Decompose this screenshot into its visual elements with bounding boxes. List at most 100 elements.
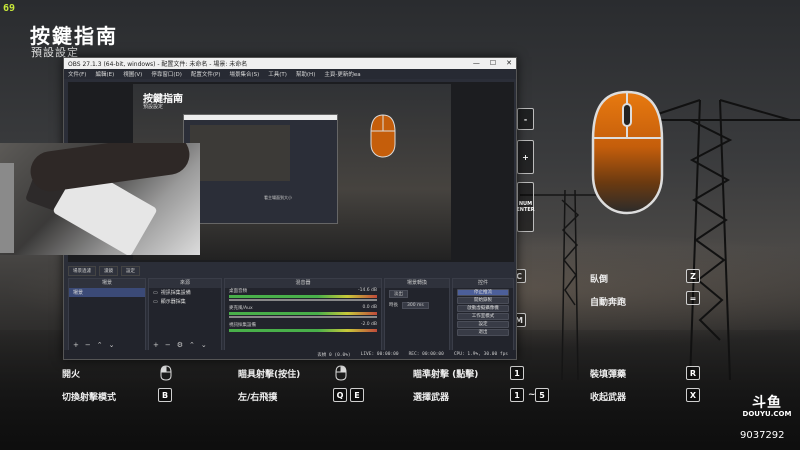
- start-recording-button[interactable]: 開始錄製: [457, 297, 509, 304]
- volume-slider[interactable]: [229, 299, 377, 301]
- transition-type-row: 淡出: [385, 288, 449, 300]
- nested-preview: [190, 125, 290, 181]
- douyu-logo: 斗鱼: [752, 395, 782, 411]
- volume-meter: [229, 329, 377, 332]
- studio-mode-button[interactable]: 工作室模式: [457, 313, 509, 320]
- menu-scene-collection[interactable]: 場景集合(S): [229, 70, 259, 78]
- down-icon[interactable]: ⌄: [109, 341, 115, 349]
- source-item[interactable]: ▭ 顯示器採集: [149, 297, 221, 306]
- status-rec: REC: 00:00:00: [408, 352, 444, 357]
- webcam-shelf: [0, 163, 14, 253]
- key-weapon-first: 1: [510, 388, 524, 402]
- exit-button[interactable]: 退出: [457, 329, 509, 336]
- add-icon[interactable]: +: [73, 341, 79, 349]
- key-dive-right: E: [350, 388, 364, 402]
- status-dropped: 丟幀 0 (0.0%): [317, 352, 351, 358]
- tab-scene-filter[interactable]: 場景過濾: [68, 266, 96, 276]
- keybind-label-aim-hold: 瞄具射擊(按住): [238, 370, 301, 380]
- key-prone: Z: [686, 269, 700, 283]
- channel-db: -14.6 dB: [357, 288, 377, 293]
- remove-icon[interactable]: −: [165, 341, 171, 349]
- key-reload: R: [686, 366, 700, 380]
- tab-filters[interactable]: 濾鏡: [99, 266, 118, 276]
- sources-toolbar: + − ⚙ ⌃ ⌄: [153, 341, 207, 349]
- obs-menubar: 文件(F) 編輯(E) 視圖(V) 停靠窗口(D) 配置文件(P) 場景集合(S…: [64, 69, 516, 79]
- key-holster: X: [686, 388, 700, 402]
- duration-label: 時長: [389, 303, 398, 308]
- keybind-label-auto-run: 自動奔跑: [590, 298, 627, 308]
- keybind-label-dive: 左/右飛撲: [238, 393, 278, 403]
- controls-dock: 控件 停止推流 開始錄製 啟動虛擬攝像機 工作室模式 設定 退出: [452, 278, 514, 352]
- stop-streaming-button[interactable]: 停止推流: [457, 289, 509, 296]
- gear-icon[interactable]: ⚙: [177, 341, 183, 349]
- channel-name: 麥克風/Aux: [229, 306, 253, 311]
- scene-item[interactable]: 場景: [69, 288, 145, 297]
- down-icon[interactable]: ⌄: [201, 341, 207, 349]
- volume-slider[interactable]: [229, 316, 377, 318]
- monitor-icon: ▭: [153, 298, 158, 305]
- menu-file[interactable]: 文件(F): [68, 70, 86, 78]
- keybind-label-prone: 臥倒: [590, 275, 609, 285]
- volume-meter: [229, 312, 377, 315]
- settings-button[interactable]: 設定: [457, 321, 509, 328]
- source-label: 視訊採集設備: [160, 290, 191, 296]
- up-icon[interactable]: ⌃: [97, 341, 103, 349]
- douyu-brand: DOUYU.COM: [742, 410, 792, 418]
- volume-meter: [229, 295, 377, 298]
- webcam-overlay: [0, 143, 200, 255]
- keybind-label-fire-mode: 切換射擊模式: [62, 393, 117, 403]
- key-num-line2: ENTER: [516, 207, 535, 213]
- transition-duration-row: 時長 300 ms: [385, 300, 449, 311]
- status-live: LIVE: 00:00:00: [360, 352, 399, 357]
- menu-view[interactable]: 視圖(V): [123, 70, 142, 78]
- nested-titlebar: [184, 115, 337, 120]
- scenes-toolbar: + − ⌃ ⌄: [73, 341, 115, 349]
- fps-counter: 69: [3, 3, 16, 14]
- minimize-button[interactable]: —: [473, 58, 480, 69]
- menu-docks[interactable]: 停靠窗口(D): [151, 70, 182, 78]
- key-fire-mode: B: [158, 388, 172, 402]
- preview-mouse-icon: [370, 114, 396, 158]
- menu-profile[interactable]: 配置文件(P): [191, 70, 221, 78]
- keybind-label-select-weapon: 選擇武器: [413, 393, 450, 403]
- window-controls: — ☐ ✕: [473, 58, 512, 69]
- mixer-channel: 視訊採集設備 -2.0 dB: [225, 322, 381, 328]
- keybind-label-holster: 收起武器: [590, 393, 627, 403]
- mouse-diagram-icon: [591, 90, 664, 215]
- duration-input[interactable]: 300 ms: [402, 302, 429, 309]
- channel-db: -2.0 dB: [360, 322, 377, 327]
- status-cpu: CPU: 1.9%, 30.00 fps: [453, 352, 508, 357]
- transition-select[interactable]: 淡出: [389, 290, 408, 298]
- source-item[interactable]: ▭ 視訊採集設備: [149, 288, 221, 297]
- transitions-header: 場景轉換: [385, 279, 449, 288]
- obs-titlebar[interactable]: OBS 27.1.3 (64-bit, windows) - 配置文件: 未命名…: [64, 58, 516, 69]
- remove-icon[interactable]: −: [85, 341, 91, 349]
- key-num-enter: NUM ENTER: [516, 182, 535, 232]
- mixer-channel: 桌面音頻 -14.6 dB: [225, 288, 381, 294]
- nested-obs-window: 看主場面到大小: [183, 114, 338, 224]
- controls-header: 控件: [453, 279, 513, 288]
- menu-home[interactable]: 主頁-更新的ea: [324, 70, 360, 78]
- transitions-dock: 場景轉換 淡出 時長 300 ms: [384, 278, 450, 352]
- preview-subtitle: 預設設定: [143, 104, 164, 110]
- tab-settings[interactable]: 設定: [121, 266, 140, 276]
- room-id: 9037292: [740, 430, 785, 441]
- virtual-camera-button[interactable]: 啟動虛擬攝像機: [457, 305, 509, 312]
- scenes-header: 場景: [69, 279, 145, 288]
- monitor-icon: ▭: [153, 289, 158, 296]
- key-dive-left: Q: [333, 388, 347, 402]
- menu-edit[interactable]: 編輯(E): [95, 70, 114, 78]
- close-button[interactable]: ✕: [506, 58, 512, 69]
- key-auto-run: =: [686, 291, 700, 305]
- add-icon[interactable]: +: [153, 341, 159, 349]
- obs-statusbar: 丟幀 0 (0.0%) LIVE: 00:00:00 REC: 00:00:00…: [64, 350, 516, 359]
- mixer-header: 混音器: [225, 279, 381, 288]
- key-aim-toggle: 1: [510, 366, 524, 380]
- maximize-button[interactable]: ☐: [490, 58, 496, 69]
- menu-tools[interactable]: 工具(T): [268, 70, 287, 78]
- obs-window-title: OBS 27.1.3 (64-bit, windows) - 配置文件: 未命名…: [68, 61, 248, 68]
- sources-header: 來源: [149, 279, 221, 288]
- menu-help[interactable]: 幫助(H): [296, 70, 315, 78]
- sources-dock: 來源 ▭ 視訊採集設備 ▭ 顯示器採集 + − ⚙ ⌃ ⌄: [148, 278, 222, 352]
- up-icon[interactable]: ⌃: [189, 341, 195, 349]
